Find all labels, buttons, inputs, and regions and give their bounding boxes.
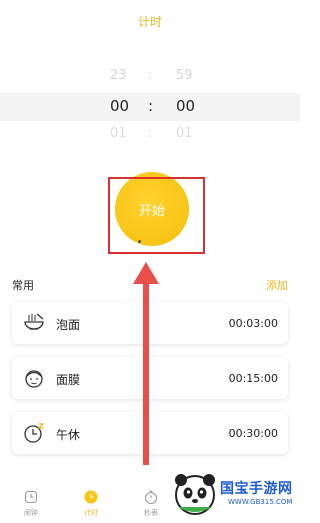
- face-mask-icon: [25, 370, 43, 388]
- watermark: 国宝手游网 WWW.GB315.COM: [170, 466, 300, 523]
- picker-separator: :: [148, 97, 154, 115]
- preset-time: 00:15:00: [228, 372, 278, 385]
- tab-stopwatch[interactable]: 秒表: [131, 487, 171, 523]
- highlight-annotation-box: [108, 177, 205, 254]
- picker-separator: :: [148, 126, 153, 141]
- picker-row-previous[interactable]: 23 : 59: [0, 68, 300, 92]
- picker-minutes-selected[interactable]: 00: [176, 97, 195, 115]
- watermark-url: WWW.GB315.COM: [228, 498, 293, 506]
- picker-minutes-previous[interactable]: 59: [176, 68, 193, 83]
- picker-separator: :: [148, 68, 153, 83]
- picker-hours-next[interactable]: 01: [110, 126, 127, 141]
- picker-hours-selected[interactable]: 00: [110, 97, 129, 115]
- nap-clock-icon: [24, 423, 45, 443]
- preset-card-nap[interactable]: 午休 00:30:00: [12, 412, 288, 454]
- preset-label: 泡面: [56, 318, 81, 332]
- picker-row-selected[interactable]: 00 : 00: [0, 93, 300, 121]
- decorative-dot: [138, 240, 141, 243]
- alarm-icon: [24, 490, 38, 504]
- noodle-bowl-icon: [24, 313, 44, 330]
- preset-time: 00:30:00: [228, 427, 278, 440]
- arrow-annotation-shaft: [143, 280, 149, 465]
- picker-minutes-next[interactable]: 01: [176, 126, 193, 141]
- tab-label: 计时: [84, 509, 98, 517]
- picker-row-next[interactable]: 01 : 01: [0, 126, 300, 150]
- tab-alarm[interactable]: 闹钟: [11, 487, 51, 523]
- tab-timer[interactable]: 计时: [71, 487, 111, 523]
- arrow-annotation-head: [133, 262, 159, 284]
- picker-hours-previous[interactable]: 23: [110, 68, 127, 83]
- watermark-text: 国宝手游网: [220, 481, 293, 497]
- stopwatch-icon: [144, 490, 158, 505]
- preset-time: 00:03:00: [228, 317, 278, 330]
- presets-section-title: 常用: [12, 279, 34, 292]
- preset-card-noodles[interactable]: 泡面 00:03:00: [12, 302, 288, 344]
- tab-label: 闹钟: [24, 509, 38, 517]
- preset-label: 午休: [56, 428, 81, 442]
- preset-card-face-mask[interactable]: 面膜 00:15:00: [12, 357, 288, 399]
- tab-label: 秒表: [144, 509, 158, 517]
- preset-label: 面膜: [56, 373, 81, 387]
- timer-icon: [84, 490, 98, 504]
- add-preset-button[interactable]: 添加: [266, 277, 288, 293]
- panda-logo-icon: [175, 474, 215, 515]
- page-title: 计时: [137, 15, 162, 29]
